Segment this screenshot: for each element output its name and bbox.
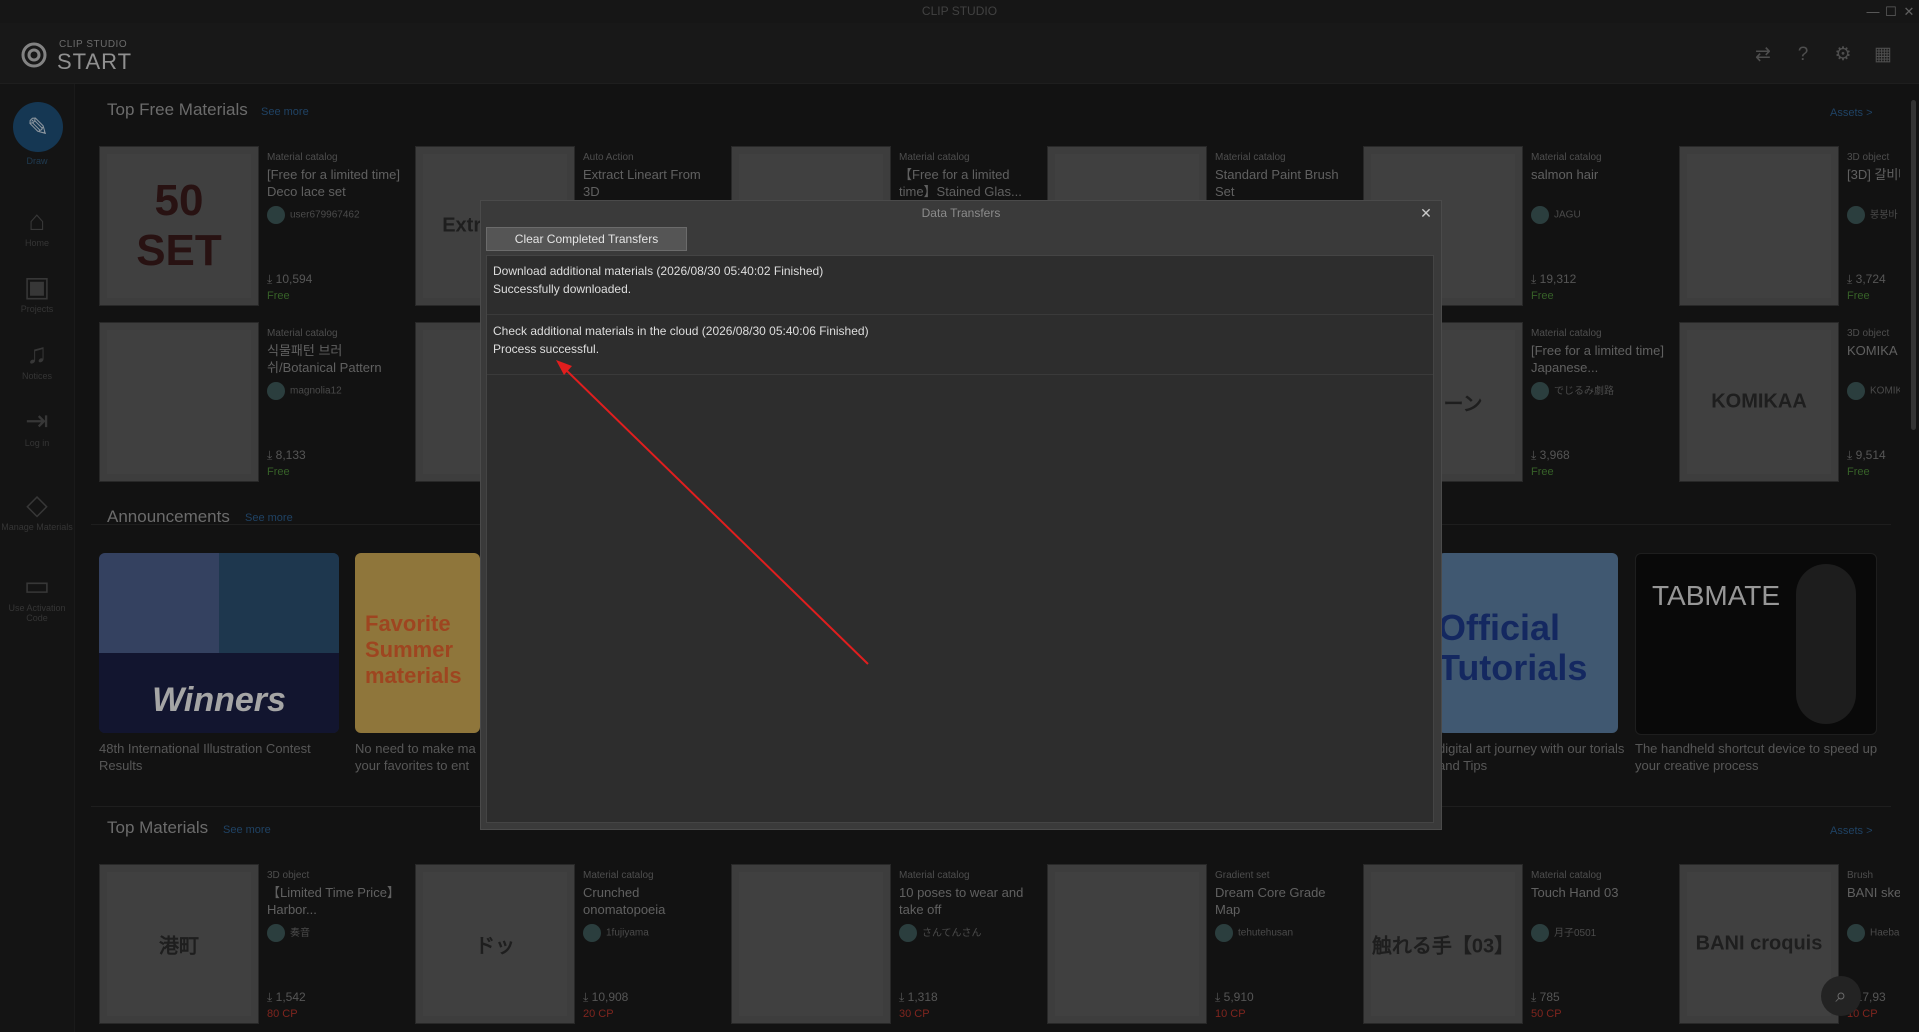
annotation-arrow xyxy=(556,360,869,665)
